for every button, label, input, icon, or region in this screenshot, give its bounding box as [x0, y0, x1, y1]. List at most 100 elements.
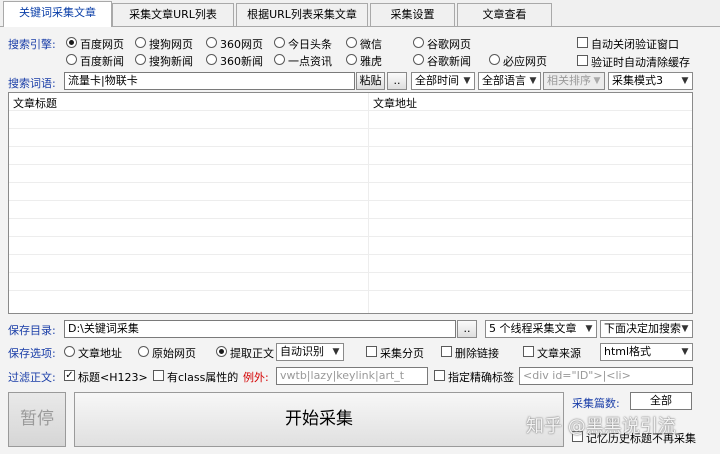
format-select[interactable]: html格式 ▼	[600, 343, 693, 361]
pause-button[interactable]: 暂停	[8, 392, 66, 447]
paste-button[interactable]: 粘贴	[356, 72, 385, 90]
radio-360-news[interactable]	[206, 54, 217, 65]
mode-select[interactable]: 采集模式3 ▼	[608, 72, 693, 90]
check-remove-links[interactable]	[441, 346, 452, 357]
row-divider	[9, 110, 692, 111]
row-divider	[9, 200, 692, 201]
column-header-title[interactable]: 文章标题	[13, 95, 57, 111]
tab-url-list[interactable]: 采集文章URL列表	[112, 3, 234, 26]
radio-label: 搜狗新闻	[149, 55, 193, 68]
language-select[interactable]: 全部语言 ▼	[478, 72, 541, 90]
chevron-down-icon: ▼	[585, 324, 593, 334]
check-filter-title[interactable]: ✓	[64, 370, 75, 381]
check-collect-paging[interactable]	[366, 346, 377, 357]
radio-save-raw[interactable]	[138, 346, 149, 357]
engine-label: 搜索引擎:	[8, 38, 56, 51]
tab-collect-by-url[interactable]: 根据URL列表采集文章	[236, 3, 368, 26]
chevron-down-icon: ▼	[529, 76, 537, 86]
format-select-value: html格式	[604, 345, 652, 358]
keyword-more-button[interactable]: ..	[387, 72, 407, 90]
check-filter-class[interactable]	[153, 370, 164, 381]
exception-input[interactable]: vwtb|lazy|keylink|art_t	[276, 367, 428, 385]
radio-label: 百度新闻	[80, 55, 124, 68]
exception-label: 例外:	[243, 371, 269, 384]
chevron-down-icon: ▼	[681, 76, 689, 86]
save-dir-input[interactable]: D:\关键词采集	[64, 320, 456, 338]
check-label: 指定精确标签	[448, 371, 514, 384]
radio-label: 原始网页	[152, 347, 196, 360]
radio-label: 文章地址	[78, 347, 122, 360]
row-divider	[9, 272, 692, 273]
radio-yidian[interactable]	[274, 54, 285, 65]
radio-save-url[interactable]	[64, 346, 75, 357]
row-divider	[9, 146, 692, 147]
auto-detect-select[interactable]: 自动识别 ▼	[276, 343, 344, 361]
watermark: 知乎 @黑黑说引流	[526, 416, 676, 437]
start-collect-button[interactable]: 开始采集	[74, 392, 564, 447]
time-select[interactable]: 全部时间 ▼	[411, 72, 475, 90]
radio-toutiao[interactable]	[274, 37, 285, 48]
language-select-value: 全部语言	[482, 74, 526, 87]
tab-bar: 关键词采集文章 采集文章URL列表 根据URL列表采集文章 采集设置 文章查看	[0, 0, 720, 27]
check-label: 自动关闭验证窗口	[591, 38, 679, 51]
radio-label: 谷歌新闻	[427, 55, 471, 68]
radio-yahoo[interactable]	[346, 54, 357, 65]
auto-detect-select-value: 自动识别	[280, 345, 324, 358]
radio-label: 微信	[360, 38, 382, 51]
tab-article-view[interactable]: 文章查看	[457, 3, 552, 26]
radio-save-extract[interactable]	[216, 346, 227, 357]
radio-label: 提取正文	[230, 347, 274, 360]
row-divider	[9, 164, 692, 165]
radio-label: 百度网页	[80, 38, 124, 51]
column-header-url[interactable]: 文章地址	[373, 95, 417, 111]
row-divider	[9, 182, 692, 183]
sort-select: 相关排序 ▼	[543, 72, 605, 90]
radio-label: 搜狗网页	[149, 38, 193, 51]
column-divider	[368, 93, 369, 313]
save-options-label: 保存选项:	[8, 347, 56, 360]
radio-sogou-web[interactable]	[135, 37, 146, 48]
check-exact-tag[interactable]	[434, 370, 445, 381]
save-dir-label: 保存目录:	[8, 324, 56, 337]
radio-baidu-news[interactable]	[66, 54, 77, 65]
exact-tag-input[interactable]: <div id="ID">|<li>	[519, 367, 693, 385]
radio-weixin[interactable]	[346, 37, 357, 48]
save-dir-browse-button[interactable]: ..	[457, 320, 477, 338]
check-label: 有class属性的	[167, 371, 239, 384]
mode-select-value: 采集模式3	[612, 74, 663, 87]
keyword-input[interactable]: 流量卡|物联卡	[64, 72, 355, 90]
count-label: 采集篇数:	[572, 397, 620, 410]
decide-select[interactable]: 下面决定加搜索 ▼	[600, 320, 693, 338]
check-label: 验证时自动清除缓存	[591, 56, 690, 69]
radio-bing-web[interactable]	[489, 54, 500, 65]
radio-google-web[interactable]	[413, 37, 424, 48]
radio-baidu-web[interactable]	[66, 37, 77, 48]
check-close-captcha[interactable]	[577, 37, 588, 48]
check-label: 文章来源	[537, 347, 581, 360]
count-input[interactable]: 全部	[630, 392, 692, 410]
chevron-down-icon: ▼	[463, 76, 471, 86]
chevron-down-icon: ▼	[593, 76, 601, 86]
check-label: 采集分页	[380, 347, 424, 360]
radio-label: 谷歌网页	[427, 38, 471, 51]
decide-select-value: 下面决定加搜索	[604, 322, 681, 335]
check-article-source[interactable]	[523, 346, 534, 357]
tab-keyword-collect[interactable]: 关键词采集文章	[3, 1, 112, 27]
threads-select-value: 5 个线程采集文章	[489, 322, 577, 335]
row-divider	[9, 290, 692, 291]
check-clear-cache[interactable]	[577, 55, 588, 66]
check-label: 标题<H123>	[78, 371, 148, 384]
chevron-down-icon: ▼	[681, 347, 689, 357]
chevron-down-icon: ▼	[332, 347, 340, 357]
row-divider	[9, 254, 692, 255]
radio-label: 360网页	[220, 38, 263, 51]
results-table[interactable]: 文章标题 文章地址	[8, 92, 693, 314]
tab-settings[interactable]: 采集设置	[370, 3, 455, 26]
radio-sogou-news[interactable]	[135, 54, 146, 65]
threads-select[interactable]: 5 个线程采集文章 ▼	[485, 320, 597, 338]
radio-label: 360新闻	[220, 55, 263, 68]
radio-label: 雅虎	[360, 55, 382, 68]
radio-google-news[interactable]	[413, 54, 424, 65]
radio-360-web[interactable]	[206, 37, 217, 48]
radio-label: 必应网页	[503, 55, 547, 68]
